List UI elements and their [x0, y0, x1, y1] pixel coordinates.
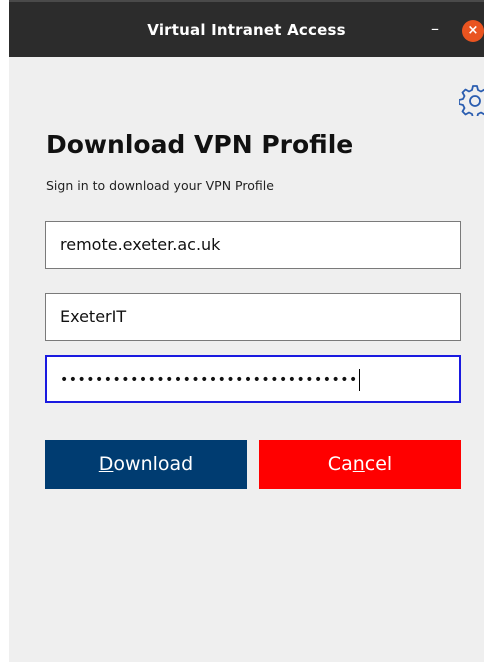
- username-field[interactable]: ExeterIT: [45, 293, 461, 341]
- settings-button[interactable]: [458, 82, 484, 119]
- text-cursor: [358, 369, 360, 391]
- page-title: Download VPN Profile: [46, 130, 354, 159]
- gear-icon: [458, 85, 484, 119]
- cancel-mnemonic: n: [352, 453, 365, 475]
- close-icon: ×: [467, 23, 479, 38]
- page-subtitle: Sign in to download your VPN Profile: [46, 178, 274, 193]
- download-button[interactable]: Download: [45, 440, 247, 489]
- cancel-button[interactable]: Cancel: [259, 440, 461, 489]
- password-masked-value: ••••••••••••••••••••••••••••••••••: [60, 372, 358, 388]
- minimize-button[interactable]: –: [427, 20, 443, 38]
- username-value: ExeterIT: [60, 307, 127, 326]
- cancel-label-before: Ca: [327, 453, 353, 475]
- download-label-rest: ownload: [113, 453, 194, 475]
- close-button[interactable]: ×: [462, 20, 484, 42]
- password-field[interactable]: ••••••••••••••••••••••••••••••••••: [45, 355, 461, 403]
- window-title: Virtual Intranet Access: [147, 21, 346, 39]
- vpn-dialog-window: Virtual Intranet Access – × Download VPN…: [9, 0, 484, 662]
- server-address-field[interactable]: remote.exeter.ac.uk: [45, 221, 461, 269]
- cancel-label-after: cel: [364, 453, 393, 475]
- title-bar[interactable]: Virtual Intranet Access – ×: [9, 0, 484, 57]
- server-address-value: remote.exeter.ac.uk: [60, 235, 221, 254]
- download-mnemonic: D: [98, 453, 114, 475]
